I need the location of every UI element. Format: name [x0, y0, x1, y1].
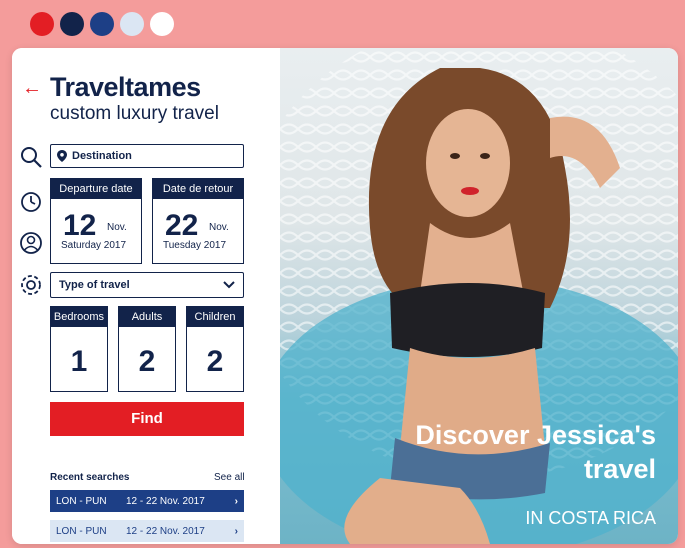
bedrooms-label: Bedrooms	[51, 307, 107, 327]
adults-counter[interactable]: Adults 2	[118, 306, 176, 392]
recent-dates: 12 - 22 Nov. 2017	[126, 495, 205, 507]
recent-route: LON - PUN	[56, 525, 107, 537]
departure-day: 12	[63, 209, 97, 242]
hero-caption-line1: Discover Jessica's	[415, 420, 656, 450]
location-pin-icon	[57, 150, 67, 162]
color-swatch	[30, 12, 54, 36]
children-value: 2	[206, 345, 224, 378]
recent-searches-title: Recent searches	[50, 472, 130, 483]
recent-route: LON - PUN	[56, 495, 107, 507]
adults-value: 2	[138, 345, 156, 378]
recent-search-row[interactable]: LON - PUN 12 - 22 Nov. 2017 ›	[50, 490, 244, 512]
booking-card: ← Traveltames custom luxury travel Desti…	[12, 48, 678, 544]
recent-dates: 12 - 22 Nov. 2017	[126, 525, 205, 537]
bedrooms-value: 1	[70, 345, 88, 378]
color-palette	[30, 12, 174, 36]
color-swatch	[90, 12, 114, 36]
timer-icon[interactable]	[18, 188, 44, 214]
children-label: Children	[187, 307, 243, 327]
brand-tagline: custom luxury travel	[50, 103, 219, 124]
search-icon[interactable]	[18, 144, 44, 170]
departure-date-header: Departure date	[51, 179, 141, 199]
return-date-header: Date de retour	[153, 179, 243, 199]
search-panel: ← Traveltames custom luxury travel Desti…	[12, 48, 280, 544]
hero-image-panel: Discover Jessica's travel IN COSTA RICA	[280, 48, 678, 544]
adults-label: Adults	[119, 307, 175, 327]
bedrooms-counter[interactable]: Bedrooms 1	[50, 306, 108, 392]
chevron-right-icon: ›	[234, 525, 238, 537]
recent-search-row[interactable]: LON - PUN 12 - 22 Nov. 2017 ›	[50, 520, 244, 542]
settings-icon[interactable]	[18, 272, 44, 298]
children-counter[interactable]: Children 2	[186, 306, 244, 392]
see-all-link[interactable]: See all	[214, 472, 245, 483]
destination-label: Destination	[72, 150, 132, 162]
departure-month: Nov.	[107, 222, 127, 233]
user-icon[interactable]	[18, 230, 44, 256]
hero-caption-line2: travel	[583, 454, 656, 484]
return-month: Nov.	[209, 222, 229, 233]
return-day: 22	[165, 209, 199, 242]
find-button[interactable]: Find	[50, 402, 244, 436]
hero-caption-line3: IN COSTA RICA	[525, 508, 656, 528]
chevron-right-icon: ›	[234, 495, 238, 507]
return-weekday: Tuesday 2017	[163, 240, 227, 251]
color-swatch	[120, 12, 144, 36]
color-swatch	[60, 12, 84, 36]
travel-type-select[interactable]: Type of travel	[50, 272, 244, 298]
departure-date-picker[interactable]: Departure date 12 Nov. Saturday 2017	[50, 178, 142, 264]
travel-type-label: Type of travel	[59, 279, 130, 291]
chevron-down-icon	[223, 281, 235, 289]
back-arrow-icon[interactable]: ←	[22, 78, 42, 98]
color-swatch	[150, 12, 174, 36]
destination-input[interactable]: Destination	[50, 144, 244, 168]
return-date-picker[interactable]: Date de retour 22 Nov. Tuesday 2017	[152, 178, 244, 264]
departure-weekday: Saturday 2017	[61, 240, 127, 251]
brand-name: Traveltames	[50, 72, 201, 102]
